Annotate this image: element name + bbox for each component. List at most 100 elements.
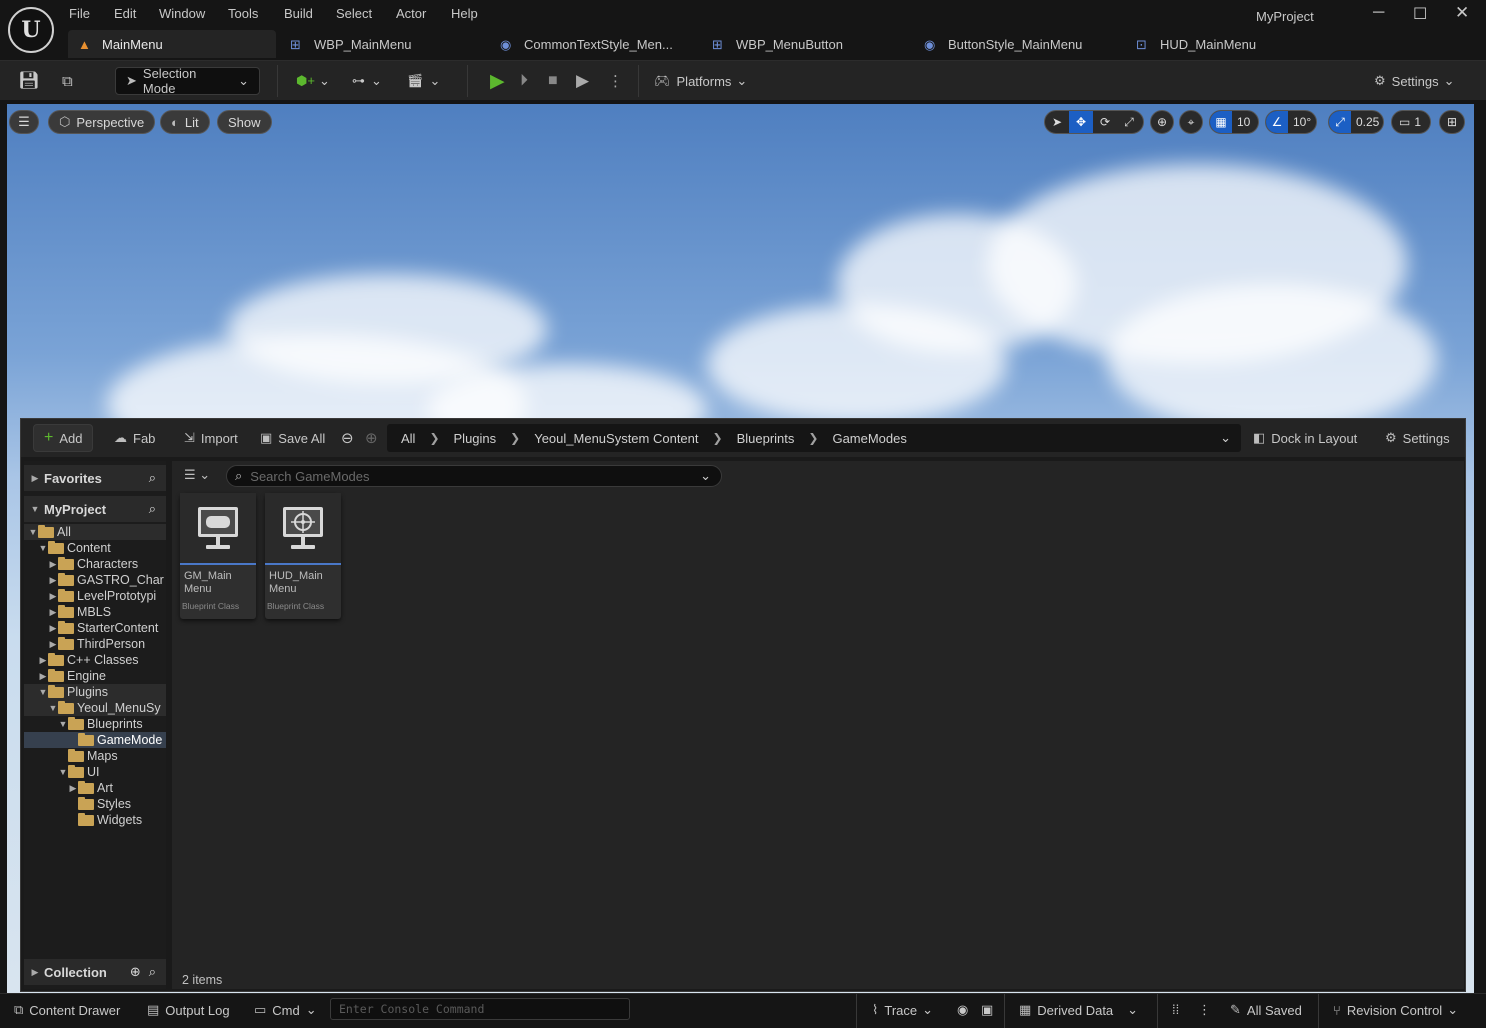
menu-help[interactable]: Help (451, 6, 478, 21)
tree-item[interactable]: Styles (24, 796, 166, 812)
screenshot-icon[interactable]: ▣ (981, 1002, 993, 1018)
breadcrumb-yeoul[interactable]: Yeoul_MenuSystem Content (534, 431, 698, 446)
collapse-arrow-icon[interactable]: ▼ (38, 543, 48, 553)
tab-mainmenu[interactable]: ▲ MainMenu (68, 30, 276, 58)
breadcrumb-gamemodes[interactable]: GameModes (832, 431, 906, 446)
dock-in-layout-button[interactable]: ◧ Dock in Layout (1253, 424, 1357, 452)
more-options-icon[interactable]: ⋮ (1198, 1002, 1211, 1018)
surface-snap-icon[interactable]: ⌖ (1179, 110, 1203, 134)
menu-tools[interactable]: Tools (228, 6, 258, 21)
add-actor-button[interactable]: ⬢+ ⌄ (296, 67, 330, 95)
add-button[interactable]: + Add (33, 424, 94, 452)
activity-icon[interactable]: ⁞⁞ (1172, 1002, 1179, 1017)
collapse-arrow-icon[interactable]: ▼ (28, 527, 38, 537)
tree-item[interactable]: ▶ ThirdPerson (24, 636, 166, 652)
expand-arrow-icon[interactable]: ▶ (48, 559, 58, 570)
asset-tile-hud-main-menu[interactable]: HUD_Main Menu Blueprint Class (265, 493, 341, 619)
project-header[interactable]: ▼ MyProject ⌕ (24, 496, 166, 522)
back-icon[interactable]: ⊖ (341, 424, 354, 452)
more-options-icon[interactable]: ⋮ (608, 67, 623, 95)
chevron-down-icon[interactable]: ⌄ (700, 468, 711, 484)
breadcrumb-blueprints[interactable]: Blueprints (737, 431, 795, 446)
lit-button[interactable]: ◐ Lit (160, 110, 210, 134)
tree-item[interactable]: ▶ MBLS (24, 604, 166, 620)
tree-item[interactable]: ▶ StarterContent (24, 620, 166, 636)
tree-item[interactable]: ▼ UI (24, 764, 166, 780)
translate-tool-icon[interactable]: ✥ (1069, 111, 1093, 133)
tree-item[interactable]: Maps (24, 748, 166, 764)
expand-arrow-icon[interactable]: ▶ (48, 639, 58, 650)
tab-hud-mainmenu[interactable]: ⊡ HUD_MainMenu (1126, 30, 1326, 58)
breadcrumb-plugins[interactable]: Plugins (454, 431, 497, 446)
layout-icon[interactable]: ⊞ (1439, 110, 1465, 134)
expand-arrow-icon[interactable]: ▶ (48, 623, 58, 634)
viewport-menu-icon[interactable]: ☰ (9, 110, 39, 134)
tab-wbp-mainmenu[interactable]: ⊞ WBP_MainMenu (280, 30, 480, 58)
expand-arrow-icon[interactable]: ▶ (68, 783, 78, 794)
all-saved-button[interactable]: ✎ All Saved (1230, 1002, 1302, 1018)
rotate-tool-icon[interactable]: ⟳ (1093, 115, 1117, 129)
play-icon[interactable]: ▶ (490, 67, 505, 95)
step-icon[interactable]: ⏵︎ (520, 67, 528, 95)
search-icon[interactable]: ⌕ (149, 964, 156, 980)
tab-commontextstyle[interactable]: ◉ CommonTextStyle_Men... (490, 30, 700, 58)
search-input[interactable]: ⌕ Search GameModes ⌄ (226, 465, 722, 487)
show-button[interactable]: Show (217, 110, 272, 134)
menu-build[interactable]: Build (284, 6, 313, 21)
save-icon[interactable]: 💾︎ (18, 67, 40, 95)
add-collection-icon[interactable]: ⊕ (130, 964, 141, 980)
menu-window[interactable]: Window (159, 6, 205, 21)
expand-arrow-icon[interactable]: ▶ (38, 671, 48, 682)
tab-buttonstyle[interactable]: ◉ ButtonStyle_MainMenu (914, 30, 1124, 58)
settings-button[interactable]: ⚙ Settings ⌄ (1374, 67, 1455, 95)
cinematics-button[interactable]: 🎬︎ ⌄ (407, 67, 440, 95)
forward-icon[interactable]: ⊕ (365, 424, 378, 452)
content-drawer-button[interactable]: ⧉ Content Drawer (14, 1002, 120, 1018)
platforms-button[interactable]: 🎮︎ Platforms ⌄ (654, 67, 747, 95)
expand-arrow-icon[interactable]: ▶ (48, 575, 58, 586)
fab-button[interactable]: ☁ Fab (114, 424, 155, 452)
tree-item[interactable]: ▼ Blueprints (24, 716, 166, 732)
collapse-arrow-icon[interactable]: ▼ (58, 767, 68, 777)
filter-icon[interactable]: ☰ ⌄ (184, 467, 210, 483)
tree-item[interactable]: ▶ GASTRO_Char (24, 572, 166, 588)
drawer-settings-button[interactable]: ⚙ Settings (1385, 424, 1450, 452)
collection-header[interactable]: ▶ Collection ⊕ ⌕ (24, 959, 166, 985)
close-icon[interactable]: ✕ (1455, 3, 1469, 23)
save-all-button[interactable]: ▣ Save All (260, 424, 325, 452)
console-input[interactable]: Enter Console Command (330, 998, 630, 1020)
trace-dropdown[interactable]: ⌇ Trace ⌄ (872, 1002, 933, 1018)
stop-icon[interactable]: ■ (548, 67, 558, 95)
scale-snap-toggle[interactable]: ⤢ 0.25 (1328, 110, 1384, 134)
search-icon[interactable]: ⌕ (149, 501, 156, 517)
minimize-icon[interactable]: ─ (1373, 4, 1384, 22)
menu-edit[interactable]: Edit (114, 6, 136, 21)
rotation-snap-toggle[interactable]: ∠ 10° (1265, 110, 1317, 134)
tree-item[interactable]: ▼ Content (24, 540, 166, 556)
tree-item[interactable]: ▶ Engine (24, 668, 166, 684)
eject-icon[interactable]: ▶ (576, 67, 589, 95)
expand-arrow-icon[interactable]: ▶ (48, 607, 58, 618)
breadcrumb-all[interactable]: All (401, 431, 415, 446)
collapse-arrow-icon[interactable]: ▼ (58, 719, 68, 729)
favorites-header[interactable]: ▶ Favorites ⌕ (24, 465, 166, 491)
tree-item[interactable]: ▶ C++ Classes (24, 652, 166, 668)
asset-tile-gm-main-menu[interactable]: GM_Main Menu Blueprint Class (180, 493, 256, 619)
selection-mode-dropdown[interactable]: ➤ Selection Mode ⌄ (115, 66, 260, 96)
unreal-logo-icon[interactable]: U (8, 7, 54, 53)
tree-item[interactable]: ▶ Art (24, 780, 166, 796)
chevron-down-icon[interactable]: ⌄ (1220, 430, 1231, 446)
menu-file[interactable]: File (69, 6, 90, 21)
menu-select[interactable]: Select (336, 6, 372, 21)
tree-item[interactable]: ▼ All (24, 524, 166, 540)
menu-actor[interactable]: Actor (396, 6, 426, 21)
tree-item[interactable]: ▶ LevelPrototypi (24, 588, 166, 604)
perspective-button[interactable]: ⬡ Perspective (48, 110, 156, 134)
world-space-icon[interactable]: ⊕ (1150, 110, 1174, 134)
collapse-arrow-icon[interactable]: ▼ (48, 703, 58, 713)
grid-snap-toggle[interactable]: ▦ 10 (1209, 110, 1259, 134)
tree-item[interactable]: GameMode (24, 732, 166, 748)
blueprints-button[interactable]: ⊶ ⌄ (352, 67, 382, 95)
select-tool-icon[interactable]: ➤ (1045, 115, 1069, 129)
browse-icon[interactable]: ⧉ (62, 67, 73, 95)
